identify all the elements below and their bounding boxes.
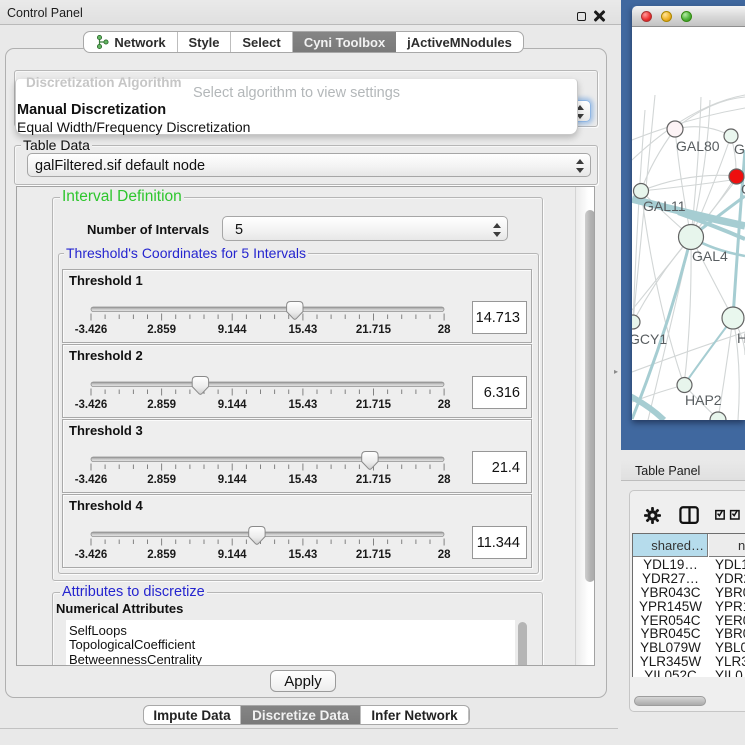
svg-text:2.859: 2.859 [147,324,176,336]
svg-text:-3.426: -3.426 [75,474,108,486]
svg-text:2.859: 2.859 [147,474,176,486]
svg-text:C: C [741,181,745,197]
svg-text:21.715: 21.715 [356,399,392,411]
svg-text:28: 28 [438,324,451,336]
svg-text:21.715: 21.715 [356,549,392,561]
svg-text:GAL4: GAL4 [692,248,728,264]
svg-text:28: 28 [438,399,451,411]
svg-text:15.43: 15.43 [289,474,318,486]
svg-text:21.715: 21.715 [356,324,392,336]
svg-text:9.144: 9.144 [218,324,247,336]
svg-text:HAP2: HAP2 [685,392,722,408]
svg-text:GA: GA [734,141,745,157]
svg-text:9.144: 9.144 [218,549,247,561]
svg-text:-3.426: -3.426 [75,549,108,561]
svg-text:28: 28 [438,549,451,561]
svg-text:21.715: 21.715 [356,474,392,486]
svg-text:-3.426: -3.426 [75,324,108,336]
svg-text:2.859: 2.859 [147,549,176,561]
svg-text:15.43: 15.43 [289,324,318,336]
svg-text:-3.426: -3.426 [75,399,108,411]
svg-text:9.144: 9.144 [218,399,247,411]
svg-text:GCY1: GCY1 [632,331,667,347]
svg-text:GAL11: GAL11 [643,198,686,214]
svg-text:2.859: 2.859 [147,399,176,411]
svg-text:15.43: 15.43 [289,399,318,411]
svg-text:28: 28 [438,474,451,486]
svg-text:15.43: 15.43 [289,549,318,561]
svg-text:GAL80: GAL80 [676,138,720,154]
svg-text:9.144: 9.144 [218,474,247,486]
svg-text:H: H [737,330,745,346]
